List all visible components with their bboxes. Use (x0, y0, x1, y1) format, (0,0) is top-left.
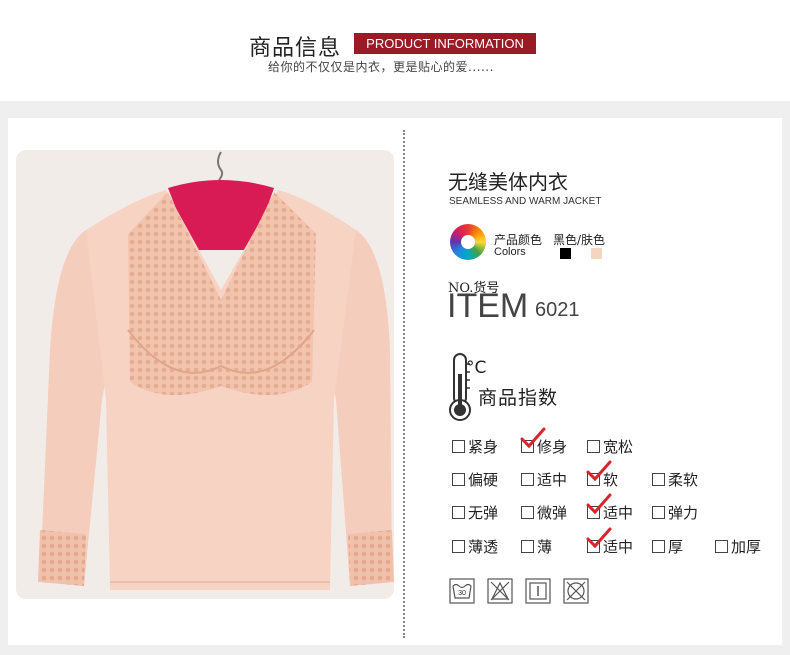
option-sheer: 薄透 (452, 536, 498, 556)
option-slim: 修身 (520, 427, 568, 456)
option-label: 薄 (537, 537, 553, 556)
option-medium-softness: 适中 (521, 469, 567, 489)
checkbox (587, 439, 600, 453)
checkbox (652, 472, 665, 486)
checkbox (586, 460, 612, 486)
garment-illustration (38, 151, 394, 590)
option-label: 修身 (537, 437, 568, 456)
color-swatch-black (560, 248, 571, 259)
option-thick: 厚 (652, 536, 683, 556)
option-label: 加厚 (731, 537, 762, 556)
option-slight-stretch: 微弹 (521, 502, 567, 522)
item-label: ITEM (447, 287, 529, 325)
option-extra-thick: 加厚 (715, 536, 761, 556)
color-wheel-icon (450, 224, 486, 260)
option-label: 软 (603, 470, 619, 489)
wash-temp: 30 (458, 590, 466, 597)
header: 商品信息 PRODUCT INFORMATION 给你的不仅仅是内衣，更是贴心的… (0, 0, 790, 100)
index-title: 商品指数 (478, 387, 559, 409)
option-medium-stretch: 适中 (586, 493, 634, 522)
checkbox (652, 539, 665, 553)
checkbox (521, 472, 534, 486)
checkbox (586, 493, 612, 519)
product-photo (16, 150, 394, 599)
checkbox (452, 439, 465, 453)
option-label: 弹力 (668, 503, 699, 522)
option-label: 适中 (537, 470, 568, 489)
product-name-en: SEAMLESS AND WARM JACKET (449, 196, 602, 207)
option-tight: 紧身 (452, 436, 498, 456)
option-label: 适中 (603, 503, 634, 522)
checkbox (652, 505, 665, 519)
checkbox (521, 505, 534, 519)
checkbox (520, 427, 546, 453)
option-no-stretch: 无弹 (452, 502, 498, 522)
option-medium-thickness: 适中 (586, 527, 634, 556)
option-label: 微弹 (537, 503, 568, 522)
option-label: 薄透 (468, 537, 499, 556)
checkbox (586, 527, 612, 553)
dotted-divider (403, 130, 405, 638)
checkbox (452, 505, 465, 519)
option-stiff: 偏硬 (452, 469, 498, 489)
option-thin: 薄 (521, 536, 552, 556)
option-label: 紧身 (468, 437, 499, 456)
slogan: 给你的不仅仅是内衣，更是贴心的爱...... (268, 60, 494, 74)
option-label: 宽松 (603, 437, 634, 456)
color-swatch-nude (591, 248, 602, 259)
option-label: 无弹 (468, 503, 499, 522)
temperature-unit: °C (466, 358, 487, 378)
colors-label-en: Colors (494, 246, 526, 258)
option-label: 柔软 (668, 470, 699, 489)
product-name: 无缝美体内衣 (448, 170, 568, 194)
checkbox (715, 539, 728, 553)
option-very-soft: 柔软 (652, 469, 698, 489)
wash-30-icon: 30 (449, 578, 475, 604)
no-bleach-icon (487, 578, 513, 604)
option-label: 厚 (668, 537, 684, 556)
option-label: 偏硬 (468, 470, 499, 489)
option-elastic: 弹力 (652, 502, 698, 522)
section-title-en-badge: PRODUCT INFORMATION (354, 33, 536, 54)
option-label: 适中 (603, 537, 634, 556)
checkbox (521, 539, 534, 553)
hang-dry-icon (525, 578, 551, 604)
item-number: 6021 (535, 299, 580, 321)
option-soft: 软 (586, 460, 619, 489)
checkbox (452, 472, 465, 486)
option-loose: 宽松 (587, 436, 633, 456)
colors-value: 黑色/肤色 (553, 233, 606, 247)
checkbox (452, 539, 465, 553)
no-tumble-dry-icon (563, 578, 589, 604)
